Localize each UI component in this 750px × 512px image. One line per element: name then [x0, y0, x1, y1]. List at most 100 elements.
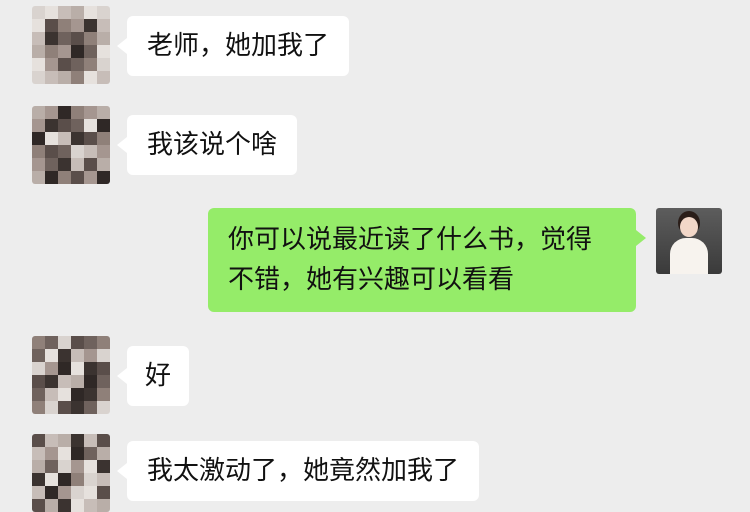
avatar-mosaic-cell [32, 388, 45, 401]
message-text: 我该说个啥 [147, 130, 278, 160]
avatar-mosaic-cell [45, 58, 58, 71]
avatar-mosaic-cell [71, 58, 84, 71]
avatar-mosaic-cell [71, 401, 84, 414]
avatar-mosaic-cell [32, 158, 45, 171]
avatar-mosaic-cell [84, 119, 97, 132]
avatar-mosaic-cell [45, 375, 58, 388]
avatar-mosaic-cell [45, 349, 58, 362]
message-text: 我太激动了，她竟然加我了 [147, 456, 460, 486]
avatar-mosaic-cell [58, 19, 71, 32]
avatar-mosaic-cell [71, 119, 84, 132]
avatar-mosaic-cell [84, 145, 97, 158]
avatar-mosaic-cell [45, 119, 58, 132]
avatar-mosaic-cell [71, 434, 84, 447]
avatar-mosaic-cell [71, 473, 84, 486]
avatar-mosaic-cell [71, 106, 84, 119]
avatar-mosaic-cell [84, 106, 97, 119]
avatar-mosaic-cell [84, 132, 97, 145]
message-text-line: 不错，她有兴趣可以看看 [228, 265, 515, 295]
avatar-mosaic-cell [84, 447, 97, 460]
avatar-mosaic-cell [32, 71, 45, 84]
avatar-mosaic-cell [45, 401, 58, 414]
message-bubble-outgoing[interactable]: 你可以说最近读了什么书，觉得 不错，她有兴趣可以看看 [208, 208, 646, 312]
avatar-mosaic-cell [84, 158, 97, 171]
avatar-mosaic-cell [71, 388, 84, 401]
avatar-mosaic-cell [58, 499, 71, 512]
avatar-mosaic-cell [97, 447, 110, 460]
avatar-mosaic-cell [32, 19, 45, 32]
pixelated-avatar-icon [32, 336, 110, 414]
avatar-mosaic-cell [32, 473, 45, 486]
avatar-mosaic-cell [58, 158, 71, 171]
message-text: 老师，她加我了 [147, 31, 330, 61]
avatar-mosaic-cell [97, 145, 110, 158]
avatar-mosaic-cell [84, 434, 97, 447]
contact-avatar[interactable] [32, 336, 110, 414]
avatar-mosaic-cell [71, 32, 84, 45]
avatar-mosaic-cell [97, 119, 110, 132]
avatar-mosaic-cell [45, 71, 58, 84]
avatar-mosaic-cell [58, 336, 71, 349]
avatar-mosaic-cell [84, 45, 97, 58]
contact-avatar[interactable] [32, 106, 110, 184]
avatar-mosaic-cell [84, 171, 97, 184]
avatar-mosaic-cell [32, 45, 45, 58]
avatar-mosaic-cell [45, 171, 58, 184]
avatar-mosaic-cell [84, 336, 97, 349]
avatar-mosaic-cell [71, 499, 84, 512]
avatar-mosaic-cell [58, 145, 71, 158]
avatar-mosaic-cell [97, 58, 110, 71]
contact-avatar[interactable] [32, 434, 110, 512]
avatar-mosaic-cell [97, 473, 110, 486]
message-bubble[interactable]: 好 [116, 346, 190, 406]
avatar-mosaic-cell [45, 486, 58, 499]
avatar-mosaic-cell [97, 6, 110, 19]
avatar-mosaic-cell [58, 119, 71, 132]
avatar-mosaic-cell [45, 158, 58, 171]
avatar-mosaic-cell [84, 460, 97, 473]
contact-avatar[interactable] [32, 6, 110, 84]
avatar-mosaic-cell [32, 32, 45, 45]
avatar-mosaic-cell [45, 460, 58, 473]
avatar-mosaic-cell [58, 473, 71, 486]
message-bubble[interactable]: 老师，她加我了 [116, 16, 350, 76]
pixelated-avatar-icon [32, 106, 110, 184]
avatar-mosaic-cell [32, 58, 45, 71]
message-text: 好 [145, 361, 172, 391]
avatar-mosaic-cell [45, 473, 58, 486]
avatar-mosaic-cell [45, 19, 58, 32]
pixelated-avatar-icon [32, 6, 110, 84]
avatar-mosaic-cell [84, 349, 97, 362]
avatar-body-shape [670, 238, 708, 274]
message-bubble[interactable]: 我太激动了，她竟然加我了 [116, 441, 480, 501]
avatar-mosaic-cell [71, 336, 84, 349]
avatar-mosaic-cell [32, 486, 45, 499]
avatar-mosaic-cell [97, 19, 110, 32]
avatar-mosaic-cell [84, 486, 97, 499]
avatar-mosaic-cell [45, 45, 58, 58]
avatar-mosaic-cell [84, 32, 97, 45]
avatar-mosaic-cell [71, 19, 84, 32]
avatar-mosaic-cell [58, 375, 71, 388]
avatar-mosaic-cell [97, 375, 110, 388]
avatar-mosaic-cell [45, 447, 58, 460]
avatar-mosaic-cell [32, 106, 45, 119]
avatar-mosaic-cell [58, 71, 71, 84]
avatar-mosaic-cell [32, 401, 45, 414]
avatar-mosaic-cell [58, 388, 71, 401]
avatar-mosaic-cell [84, 58, 97, 71]
avatar-mosaic-cell [71, 71, 84, 84]
avatar-mosaic-cell [58, 349, 71, 362]
avatar-mosaic-cell [32, 145, 45, 158]
avatar-mosaic-cell [32, 132, 45, 145]
avatar-mosaic-cell [32, 375, 45, 388]
avatar-mosaic-cell [71, 132, 84, 145]
pixelated-avatar-icon [32, 434, 110, 512]
avatar-mosaic-cell [58, 58, 71, 71]
avatar-mosaic-cell [97, 401, 110, 414]
own-avatar[interactable] [656, 208, 722, 274]
avatar-mosaic-cell [45, 362, 58, 375]
message-bubble[interactable]: 我该说个啥 [116, 115, 298, 175]
avatar-mosaic-cell [97, 460, 110, 473]
avatar-mosaic-cell [58, 32, 71, 45]
